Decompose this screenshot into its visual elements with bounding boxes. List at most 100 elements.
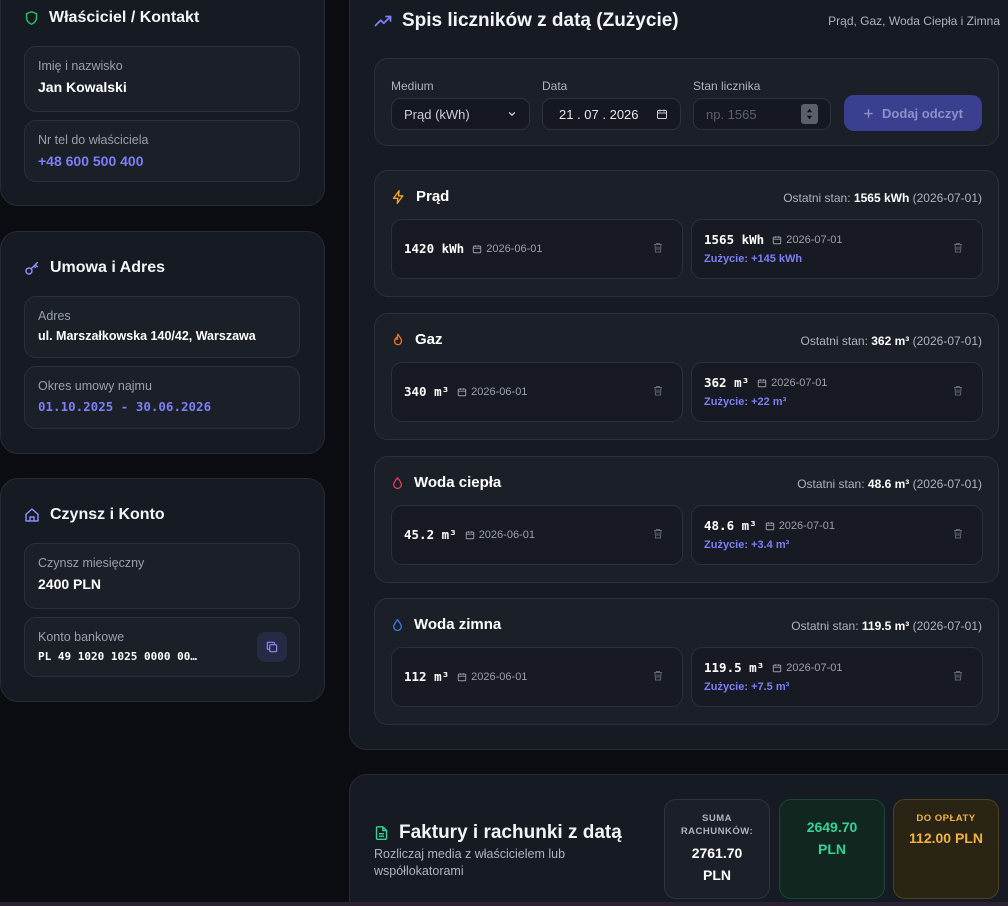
trash-icon[interactable] [952,669,964,682]
reading-input[interactable]: np. 1565 [693,98,831,130]
meter-last-prefix: Ostatni stan: [791,619,859,633]
meters-title-text: Spis liczników z datą (Zużycie) [402,10,679,31]
contract-period-field[interactable]: Okres umowy najmu 01.10.2025 - 30.06.202… [24,366,300,429]
owner-name-label: Imię i nazwisko [38,59,123,73]
document-icon [374,824,389,842]
calendar-icon [765,521,775,531]
reading-item: 1420 kWh 2026-06-01 [391,219,683,279]
droplet-icon [391,617,404,633]
trash-icon[interactable] [652,669,664,682]
meter-name-text: Gaz [415,331,443,348]
shield-icon [24,10,39,26]
reading-item: 119.5 m³ 2026-07-01 Zużycie: +7.5 m³ [691,647,983,707]
trash-icon[interactable] [952,241,964,254]
plus-icon [863,108,874,119]
calendar-icon [457,672,467,682]
meter-last-date: (2026-07-01) [912,334,982,348]
stat-due-label: DO OPŁATY [916,813,976,824]
meter-last-prefix: Ostatni stan: [800,334,868,348]
owner-name-field[interactable]: Imię i nazwisko Jan Kowalski [24,46,300,112]
meter-name: Woda zimna [391,616,501,633]
add-reading-label: Dodaj odczyt [882,105,963,121]
trash-icon[interactable] [652,527,664,540]
meter-name: Gaz [391,331,443,348]
meter-name-text: Woda ciepła [414,474,502,491]
number-stepper[interactable] [801,104,818,124]
trash-icon[interactable] [952,384,964,397]
meter-name: Woda ciepła [391,474,501,491]
date-input[interactable]: 21 . 07 . 2026 [542,98,681,130]
owner-phone-label: Nr tel do właściciela [38,133,149,147]
contract-title-text: Umowa i Adres [50,259,165,276]
rent-field[interactable]: Czynsz miesięczny 2400 PLN [24,543,300,609]
owner-name-value: Jan Kowalski [38,79,127,95]
meter-last-reading: Ostatni stan: 1565 kWh (2026-07-01) [783,191,982,205]
reading-date: 2026-07-01 [772,234,843,246]
bank-account-value: PL 49 1020 1025 0000 00… [38,650,197,663]
date-input-value: 21 . 07 . 2026 [559,106,639,122]
invoices-title-text: Faktury i rachunki z datą [399,822,622,843]
reading-date-text: 2026-06-01 [478,528,535,541]
calendar-icon[interactable] [656,108,668,120]
bank-account-field[interactable]: Konto bankowe PL 49 1020 1025 0000 00… [24,617,300,677]
reading-date-text: 2026-06-01 [486,242,543,255]
lightning-icon [391,189,406,205]
medium-label: Medium [391,79,434,93]
owner-card-title: Właściciel / Kontakt [24,9,199,27]
reading-value: 45.2 m³ [404,527,457,542]
meter-name-text: Prąd [416,188,450,205]
trash-icon[interactable] [652,384,664,397]
owner-phone-value[interactable]: +48 600 500 400 [38,153,286,169]
meter-last-reading: Ostatni stan: 119.5 m³ (2026-07-01) [791,619,982,633]
reading-date: 2026-06-01 [465,529,535,541]
owner-phone-field[interactable]: Nr tel do właściciela +48 600 500 400 [24,120,300,182]
contract-period-label: Okres umowy najmu [38,379,152,393]
copy-account-button[interactable] [257,632,287,662]
stat-total-value: 2761.70 PLN [691,845,743,883]
meter-last-value: 48.6 m³ [867,477,910,491]
address-label: Adres [38,309,71,323]
invoices-subtitle: Rozliczaj media z właścicielem lub współ… [374,847,566,878]
rent-value: 2400 PLN [38,576,102,592]
date-label: Data [542,79,568,93]
reading-value: 1420 kWh [404,241,465,256]
reading-item: 112 m³ 2026-06-01 [391,647,683,707]
meter-hot-water: Woda ciepła Ostatni stan: 48.6 m³ (2026-… [374,456,999,583]
add-reading-form: Medium Prąd (kWh) Data 21 . 07 . 2026 St… [374,58,999,146]
reading-date-text: 2026-06-01 [471,670,528,683]
reading-label: Stan licznika [693,79,761,93]
stat-total: SUMA RACHUNKÓW: 2761.70 PLN [664,799,770,899]
reading-value: 119.5 m³ [704,660,765,675]
meter-last-date: (2026-07-01) [912,477,982,491]
flame-icon [391,332,405,348]
trash-icon[interactable] [952,527,964,540]
reading-date-text: 2026-07-01 [786,661,843,674]
meter-last-reading: Ostatni stan: 362 m³ (2026-07-01) [801,334,982,348]
calendar-icon [757,378,767,388]
reading-input-placeholder: np. 1565 [706,106,757,122]
reading-item: 1565 kWh 2026-07-01 Zużycie: +145 kWh [691,219,983,279]
reading-date-text: 2026-06-01 [471,385,528,398]
reading-date: 2026-06-01 [457,671,527,683]
address-field[interactable]: Adres ul. Marszałkowska 140/42, Warszawa [24,296,300,358]
reading-value: 1565 kWh [704,232,765,247]
meter-last-value: 1565 kWh [853,191,910,205]
reading-date-text: 2026-07-01 [778,519,835,532]
meter-name: Prąd [391,188,449,205]
droplet-icon [391,475,404,491]
meter-last-reading: Ostatni stan: 48.6 m³ (2026-07-01) [797,477,982,491]
medium-select[interactable]: Prąd (kWh) [391,98,530,130]
reading-value: 362 m³ [704,375,750,390]
bank-account-label: Konto bankowe [38,630,125,644]
meter-last-prefix: Ostatni stan: [783,191,851,205]
trash-icon[interactable] [652,241,664,254]
add-reading-button[interactable]: Dodaj odczyt [844,95,982,131]
rent-label: Czynsz miesięczny [38,556,145,570]
meters-title: Spis liczników z datą (Zużycie) [374,10,679,32]
stat-total-label: SUMA RACHUNKÓW: [680,813,754,837]
reading-value: 340 m³ [404,384,450,399]
reading-item: 45.2 m³ 2026-06-01 [391,505,683,565]
calendar-icon [457,387,467,397]
medium-select-value: Prąd (kWh) [404,106,470,122]
meters-subtitle: Prąd, Gaz, Woda Ciepła i Zimna [828,14,1000,28]
